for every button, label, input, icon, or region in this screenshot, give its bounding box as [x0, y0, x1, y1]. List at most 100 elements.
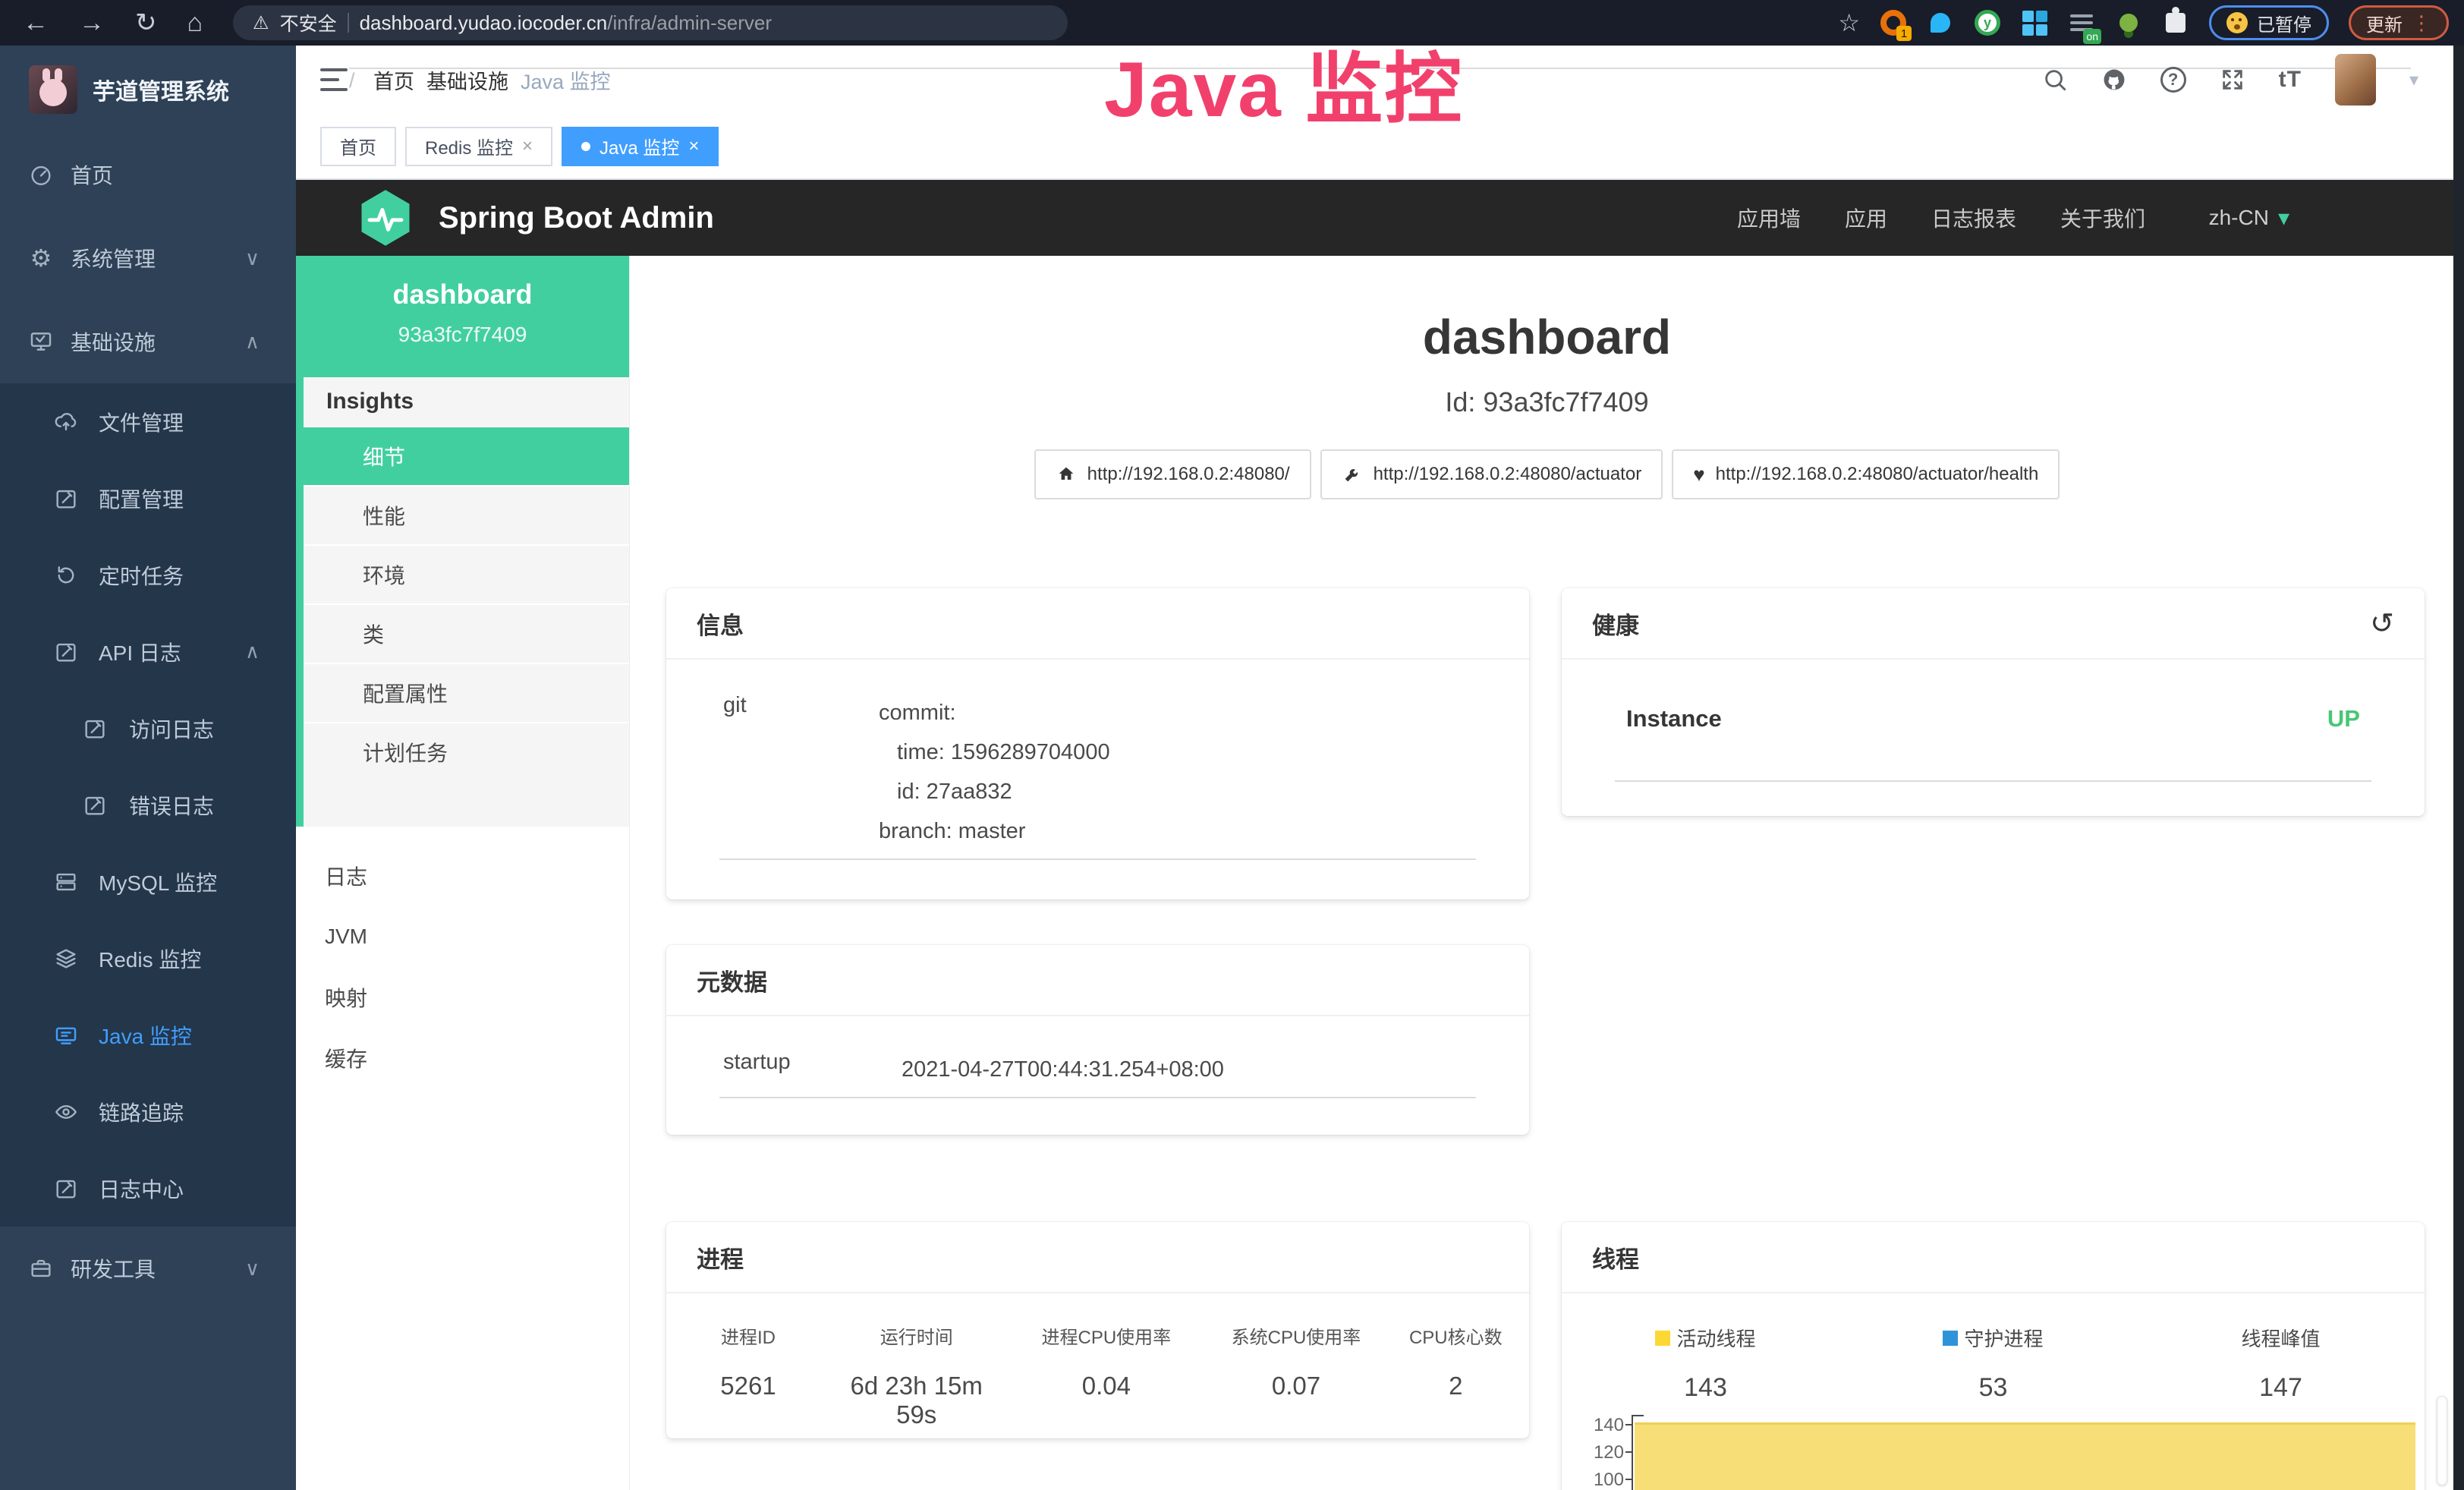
- back-icon[interactable]: ←: [23, 10, 49, 36]
- tick-mark: [1625, 1451, 1632, 1453]
- sidebar-item-log-center[interactable]: 日志中心: [0, 1150, 296, 1227]
- hamburger-icon[interactable]: [320, 68, 348, 91]
- tab-home[interactable]: 首页: [320, 127, 396, 166]
- sba-brand[interactable]: Spring Boot Admin: [439, 201, 714, 235]
- sidebar-item-api-log[interactable]: API 日志 ∧: [0, 613, 296, 690]
- window-scrollbar[interactable]: [2453, 46, 2464, 1490]
- sba-item-scheduled-tasks[interactable]: 计划任务: [304, 722, 629, 781]
- sidebar-item-redis[interactable]: Redis 监控: [0, 920, 296, 997]
- main-area: 首页 / 基础设施 / Java 监控 ▾ 首页 Redis 监控: [296, 46, 2464, 1490]
- y-tick-140: 140: [1584, 1415, 1624, 1436]
- health-row-label: Instance: [1626, 705, 1722, 732]
- cpu-cores-value: 2: [1383, 1372, 1529, 1429]
- tick-mark: [1625, 1424, 1632, 1425]
- sba-nav-applications[interactable]: 应用: [1845, 203, 1887, 233]
- forward-icon[interactable]: →: [79, 10, 105, 36]
- sba-item-mappings[interactable]: 映射: [296, 967, 629, 1028]
- tab-redis[interactable]: Redis 监控 ×: [405, 127, 552, 166]
- row-separator: [719, 858, 1476, 860]
- timer-icon: [53, 562, 79, 588]
- reload-icon[interactable]: ↻: [135, 10, 157, 36]
- sidebar-item-java[interactable]: Java 监控: [0, 997, 296, 1073]
- browser-home-icon[interactable]: ⌂: [187, 10, 203, 36]
- font-size-icon[interactable]: [2279, 67, 2302, 93]
- sba-item-classes[interactable]: 类: [304, 603, 629, 663]
- process-table-values: 5261 6d 23h 15m 59s 0.04 0.07 2: [666, 1372, 1529, 1429]
- address-bar[interactable]: ⚠ 不安全 dashboard.yudao.iocoder.cn/infra/a…: [233, 5, 1068, 40]
- status-badge: UP: [2327, 705, 2360, 732]
- app-logo-row: 芋道管理系统: [0, 46, 296, 133]
- extension-on-badge: on: [2083, 29, 2101, 44]
- sidebar-item-tracing[interactable]: 链路追踪: [0, 1073, 296, 1150]
- live-threads-value: 143: [1562, 1373, 1849, 1403]
- content-scrollbar-thumb[interactable]: [2437, 1396, 2447, 1485]
- bookmark-star-icon[interactable]: ☆: [1838, 8, 1860, 37]
- tab-java[interactable]: Java 监控 ×: [562, 127, 719, 166]
- sba-item-logs[interactable]: 日志: [296, 846, 629, 906]
- extension-list-icon[interactable]: on: [2068, 9, 2095, 36]
- instance-header[interactable]: dashboard 93a3fc7f7409: [296, 256, 629, 377]
- sba-content: dashboard Id: 93a3fc7f7409 http://192.16…: [630, 256, 2464, 1490]
- sidebar-item-config[interactable]: 配置管理: [0, 460, 296, 537]
- sba-item-caches[interactable]: 缓存: [296, 1028, 629, 1088]
- sidebar-item-dev-tools[interactable]: 研发工具 ∨: [0, 1227, 296, 1310]
- sidebar-item-jobs[interactable]: 定时任务: [0, 537, 296, 613]
- sidebar-item-infra[interactable]: 基础设施 ∧: [0, 300, 296, 383]
- sidebar-item-system[interactable]: ⚙ 系统管理 ∨: [0, 216, 296, 300]
- sba-nav-about[interactable]: 关于我们: [2060, 203, 2145, 233]
- sba-item-details[interactable]: 细节: [304, 426, 629, 485]
- health-card: 健康 ↺ Instance UP: [1562, 588, 2425, 816]
- avatar[interactable]: [2335, 54, 2376, 106]
- history-icon[interactable]: ↺: [2370, 606, 2394, 641]
- security-label[interactable]: 不安全: [280, 9, 337, 36]
- insights-group: Insights 细节 性能 环境 类 配置属性 计划任务: [296, 377, 629, 827]
- sba-item-environment[interactable]: 环境: [304, 544, 629, 603]
- update-button[interactable]: 更新 ⋮: [2349, 5, 2449, 40]
- extension-grid-icon[interactable]: [2021, 9, 2048, 36]
- log-edit-icon: [53, 1176, 79, 1202]
- extension-puzzle-icon[interactable]: [2162, 9, 2189, 36]
- fullscreen-icon[interactable]: [2220, 67, 2245, 93]
- server-icon: [53, 869, 79, 895]
- close-icon[interactable]: ×: [688, 136, 699, 157]
- sba-locale-select[interactable]: zh-CN ▾: [2209, 205, 2289, 232]
- extension-person-icon[interactable]: [2115, 9, 2142, 36]
- sidebar-item-mysql[interactable]: MySQL 监控: [0, 843, 296, 920]
- sba-item-config-props[interactable]: 配置属性: [304, 663, 629, 722]
- extension-y-icon[interactable]: y: [1974, 9, 2001, 36]
- monitor-icon: [28, 329, 54, 354]
- extension-orange-icon[interactable]: 1: [1880, 9, 1907, 36]
- info-value: commit: time: 1596289704000 id: 27aa832 …: [879, 693, 1110, 851]
- eye-icon: [53, 1099, 79, 1125]
- log-edit-icon: [82, 792, 108, 818]
- chevron-up-icon: ∧: [245, 640, 260, 663]
- close-icon[interactable]: ×: [522, 136, 533, 157]
- help-icon[interactable]: [2160, 67, 2186, 93]
- sba-item-metrics[interactable]: 性能: [304, 485, 629, 544]
- process-card: 进程 进程ID 运行时间 进程CPU使用率 系统CPU使用率 CPU核心数 52…: [666, 1222, 1529, 1438]
- java-monitor-icon: [53, 1022, 79, 1048]
- github-icon[interactable]: [2101, 67, 2127, 93]
- actuator-url-button[interactable]: http://192.168.0.2:48080/actuator: [1320, 449, 1663, 499]
- sidebar-item-access-log[interactable]: 访问日志: [0, 690, 296, 767]
- sba-nav-wallboard[interactable]: 应用墙: [1737, 203, 1801, 233]
- chevron-down-icon: ∨: [245, 247, 260, 270]
- search-icon[interactable]: [2042, 67, 2068, 93]
- gauge-icon: [28, 162, 54, 187]
- sidebar-item-files[interactable]: 文件管理: [0, 383, 296, 460]
- browser-menu-icon[interactable]: ⋮: [2412, 11, 2431, 35]
- paused-profile-button[interactable]: 已暂停: [2209, 5, 2329, 40]
- health-url-button[interactable]: ♥ http://192.168.0.2:48080/actuator/heal…: [1672, 449, 2060, 499]
- extension-badge: 1: [1896, 26, 1912, 41]
- extension-pin-icon[interactable]: [1927, 9, 1954, 36]
- service-url-button[interactable]: http://192.168.0.2:48080/: [1034, 449, 1311, 499]
- sidebar-item-home[interactable]: 首页: [0, 133, 296, 216]
- y-axis-line: [1632, 1415, 1633, 1490]
- sidebar-item-error-log[interactable]: 错误日志: [0, 767, 296, 843]
- sba-item-jvm[interactable]: JVM: [296, 906, 629, 967]
- warning-icon: ⚠: [253, 12, 269, 34]
- gear-icon: ⚙: [28, 245, 54, 271]
- info-card-title: 信息: [666, 588, 1529, 660]
- sba-nav-journal[interactable]: 日志报表: [1931, 203, 2016, 233]
- avatar-caret-icon[interactable]: ▾: [2409, 69, 2418, 91]
